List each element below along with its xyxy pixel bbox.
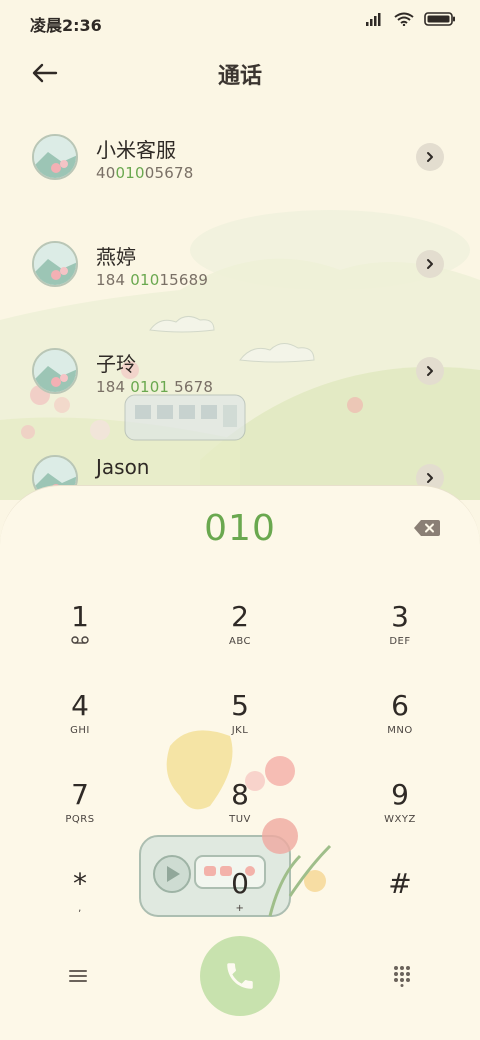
phone-icon (227, 963, 253, 989)
key-4[interactable]: 4 GHI (20, 689, 140, 769)
call-button[interactable] (200, 936, 280, 1016)
key-letters: GHI (70, 725, 90, 736)
key-letters: WXYZ (384, 814, 416, 825)
key-digit: # (388, 867, 412, 900)
battery-icon (424, 12, 455, 26)
contact-name: 子玲 (96, 352, 136, 376)
contact-name: Jason (96, 455, 150, 479)
chevron-right-icon (427, 152, 433, 162)
avatar-image (34, 243, 76, 285)
key-2[interactable]: 2 ABC (180, 600, 300, 680)
contact-row[interactable]: 燕婷 184 01015689 (0, 219, 480, 326)
key-6[interactable]: 6 MNO (340, 689, 460, 769)
avatar-image (34, 136, 76, 178)
key-digit: 1 (71, 600, 89, 633)
backspace-icon (414, 520, 440, 536)
key-digit: 6 (391, 689, 409, 722)
key-1[interactable]: 1 (20, 600, 140, 680)
key-0[interactable]: 0 + (180, 867, 300, 947)
key-letters: PQRS (65, 814, 95, 825)
key-digit: 0 (231, 867, 249, 900)
key-letters: ABC (228, 636, 251, 647)
backspace-button[interactable] (412, 516, 442, 540)
menu-button[interactable] (64, 962, 92, 990)
key-letters: JKL (231, 725, 249, 736)
contact-row[interactable]: 小米客服 4001005678 (0, 112, 480, 219)
key-hash[interactable]: # (340, 867, 460, 947)
page-title: 通话 (217, 64, 262, 89)
menu-icon (69, 970, 87, 982)
dialed-number[interactable]: 010 (0, 508, 480, 549)
avatar-image (34, 350, 76, 392)
contact-avatar (32, 134, 78, 180)
chevron-right-icon (427, 473, 433, 483)
dialpad-toggle-button[interactable] (388, 962, 416, 990)
chevron-right-icon (427, 259, 433, 269)
key-star[interactable]: * , (20, 867, 140, 947)
key-letters: MNO (387, 725, 413, 736)
contact-list: 小米客服 4001005678 燕婷 184 01015689 子玲 184 0… (0, 112, 480, 540)
key-digit: 7 (71, 778, 89, 811)
header: 通话 (0, 44, 480, 100)
voicemail-icon (20, 636, 140, 647)
wifi-icon (394, 12, 414, 26)
key-letters: + (235, 903, 245, 914)
contact-row[interactable]: 子玲 184 0101 5678 (0, 326, 480, 433)
chevron-right-icon (427, 366, 433, 376)
key-digit: 4 (71, 689, 89, 722)
key-7[interactable]: 7 PQRS (20, 778, 140, 858)
contact-number: 184 0101 5678 (96, 378, 214, 396)
contact-detail-button[interactable] (416, 143, 444, 171)
dialer-bottom-bar (0, 936, 480, 1016)
key-digit: 3 (391, 600, 409, 633)
status-icons (366, 12, 456, 26)
key-5[interactable]: 5 JKL (180, 689, 300, 769)
key-letters: , (78, 903, 82, 914)
key-digit: * (73, 867, 87, 900)
key-8[interactable]: 8 TUV (180, 778, 300, 858)
dialpad-icon (394, 966, 410, 987)
status-bar: 凌晨2:36 (0, 0, 480, 44)
contact-detail-button[interactable] (416, 250, 444, 278)
dialer-panel: 010 1 2 ABC 3 DEF 4 GHI 5 JKL 6 MNO 7 PQ… (0, 485, 480, 1040)
key-letters: DEF (389, 636, 411, 647)
contact-avatar (32, 348, 78, 394)
contact-number: 184 01015689 (96, 271, 209, 289)
contact-name: 小米客服 (96, 138, 176, 162)
contact-detail-button[interactable] (416, 357, 444, 385)
contact-number: 4001005678 (96, 164, 194, 182)
key-digit: 8 (231, 778, 249, 811)
key-digit: 9 (391, 778, 409, 811)
key-9[interactable]: 9 WXYZ (340, 778, 460, 858)
signal-icon (366, 13, 381, 26)
key-letters: TUV (229, 814, 251, 825)
key-digit: 2 (231, 600, 249, 633)
key-digit: 5 (231, 689, 249, 722)
key-3[interactable]: 3 DEF (340, 600, 460, 680)
contact-name: 燕婷 (96, 245, 136, 269)
status-time: 凌晨2:36 (30, 16, 102, 35)
contact-avatar (32, 241, 78, 287)
